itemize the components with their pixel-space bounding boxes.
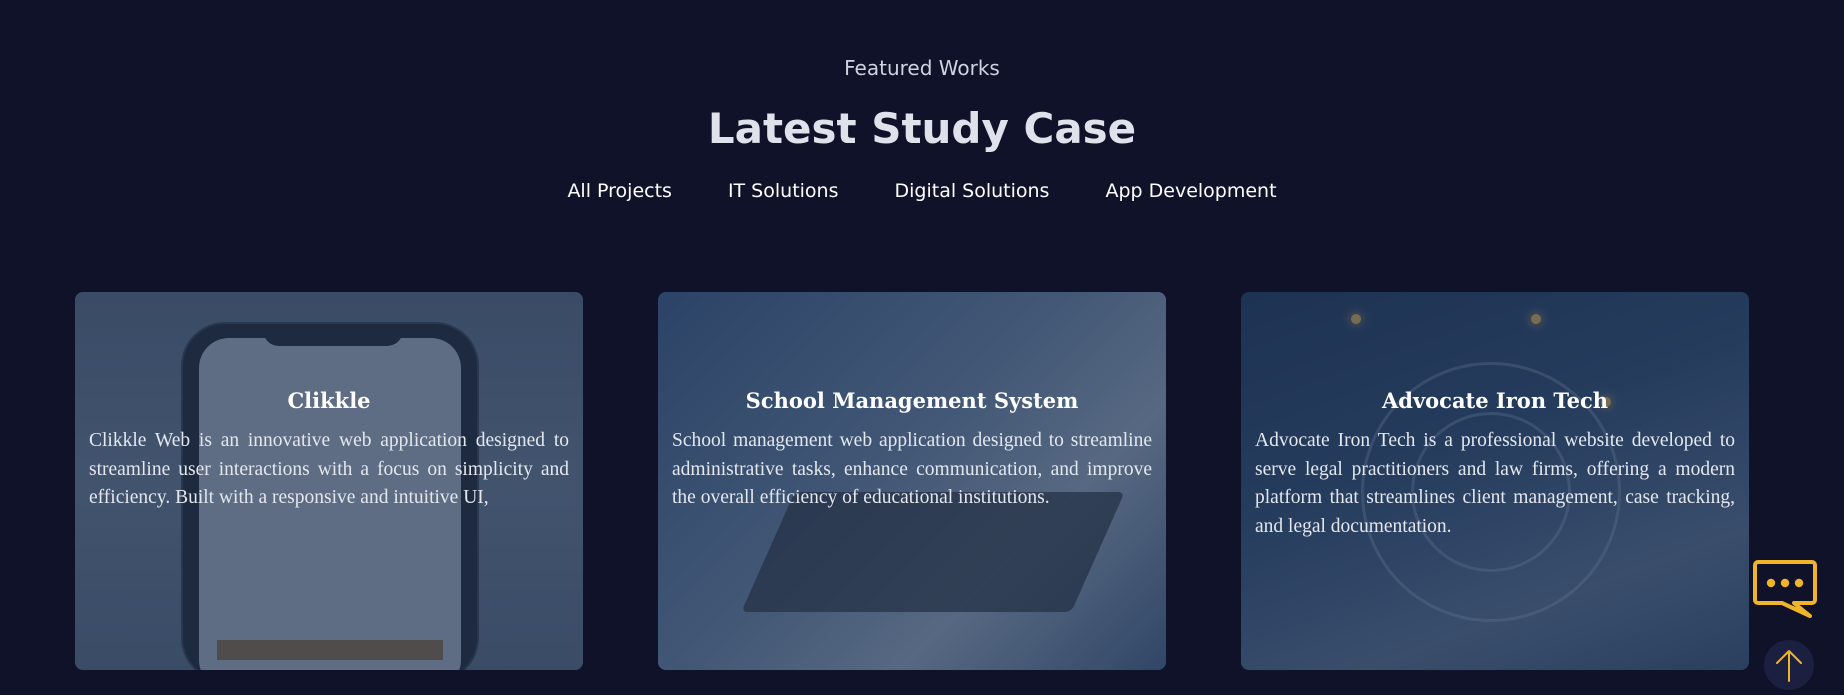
card-body: Advocate Iron Tech Advocate Iron Tech is… xyxy=(1255,388,1735,541)
filter-app-development[interactable]: App Development xyxy=(1105,180,1276,202)
card-description: Clikkle Web is an innovative web applica… xyxy=(89,430,569,508)
arrow-up-icon xyxy=(1776,650,1802,682)
project-card-advocate-iron-tech[interactable]: Advocate Iron Tech Advocate Iron Tech is… xyxy=(1241,292,1749,670)
project-card-clikkle[interactable]: Clikkle Clikkle Web is an innovative web… xyxy=(75,292,583,670)
chat-bubble-icon[interactable] xyxy=(1752,558,1818,620)
section-title: Latest Study Case xyxy=(707,104,1137,153)
filter-it-solutions[interactable]: IT Solutions xyxy=(728,180,839,202)
filter-digital-solutions[interactable]: Digital Solutions xyxy=(895,180,1050,202)
card-body: Clikkle Clikkle Web is an innovative web… xyxy=(89,388,569,513)
project-filter-tabs: All Projects IT Solutions Digital Soluti… xyxy=(0,180,1844,202)
card-description: Advocate Iron Tech is a professional web… xyxy=(1255,430,1735,537)
filter-all-projects[interactable]: All Projects xyxy=(567,180,672,202)
card-description: School management web application design… xyxy=(672,430,1152,508)
section-eyebrow: Featured Works xyxy=(844,56,1000,80)
card-title: Advocate Iron Tech xyxy=(1381,388,1609,413)
project-card-school-management[interactable]: School Management System School manageme… xyxy=(658,292,1166,670)
card-title: School Management System xyxy=(745,388,1079,413)
card-title: Clikkle xyxy=(287,388,371,413)
card-body: School Management System School manageme… xyxy=(672,388,1152,513)
scroll-to-top-button[interactable] xyxy=(1764,640,1814,690)
page: Featured Works Latest Study Case All Pro… xyxy=(0,0,1844,695)
